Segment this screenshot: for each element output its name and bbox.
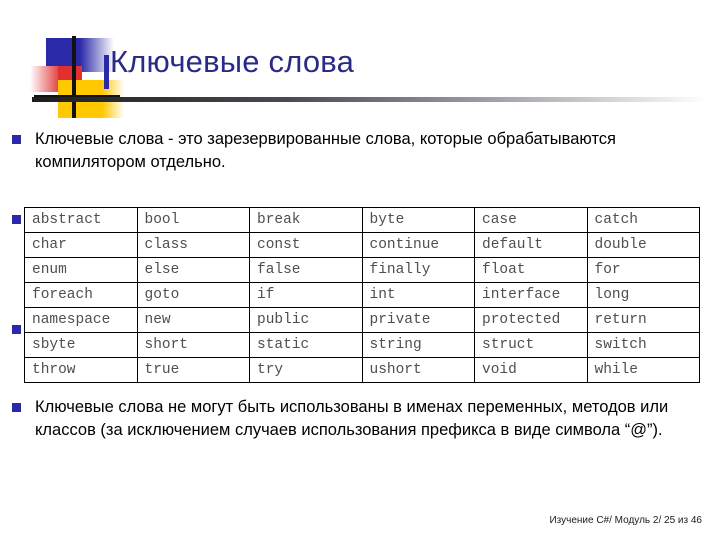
table-row: abstract bool break byte case catch (24, 207, 700, 233)
table-cell: case (474, 207, 588, 233)
table-row: namespace new public private protected r… (24, 307, 700, 333)
table-cell: foreach (24, 282, 138, 308)
body-paragraph-restriction: Ключевые слова не могут быть использован… (35, 398, 669, 439)
table-cell: private (361, 307, 475, 333)
table-row: char class const continue default double (24, 232, 700, 258)
table-cell: string (361, 332, 475, 358)
table-cell: finally (361, 257, 475, 283)
table-cell: protected (474, 307, 588, 333)
table-cell: short (136, 332, 250, 358)
table-row: enum else false finally float for (24, 257, 700, 283)
table-cell: enum (24, 257, 138, 283)
table-cell: const (249, 232, 363, 258)
table-cell: try (249, 357, 363, 383)
table-cell: public (249, 307, 363, 333)
table-cell: else (136, 257, 250, 283)
table-cell: abstract (24, 207, 138, 233)
table-cell: namespace (24, 307, 138, 333)
table-cell: struct (474, 332, 588, 358)
table-cell: new (136, 307, 250, 333)
body-paragraph-definition: Ключевые слова - это зарезервированные с… (35, 130, 616, 171)
table-cell: byte (361, 207, 475, 233)
table-cell: interface (474, 282, 588, 308)
table-cell: for (586, 257, 700, 283)
table-cell: static (249, 332, 363, 358)
table-cell: switch (586, 332, 700, 358)
table-cell: catch (586, 207, 700, 233)
slide-footer: Изучение C#/ Модуль 2/ 25 из 46 (549, 515, 702, 526)
page-title: Ключевые слова (110, 44, 355, 79)
table-cell: false (249, 257, 363, 283)
table-cell: bool (136, 207, 250, 233)
bullet-marker (12, 325, 21, 334)
table-cell: while (586, 357, 700, 383)
title-divider (32, 97, 708, 102)
table-row: sbyte short static string struct switch (24, 332, 700, 358)
bullet-marker (12, 135, 21, 144)
logo-vertical-bar (72, 36, 76, 118)
table-row: throw true try ushort void while (24, 357, 700, 383)
table-cell: char (24, 232, 138, 258)
table-cell: sbyte (24, 332, 138, 358)
table-cell: void (474, 357, 588, 383)
title-accent-bar (104, 55, 109, 89)
table-cell: ushort (361, 357, 475, 383)
table-cell: long (586, 282, 700, 308)
keyword-table-body: abstract bool break byte case catch char… (24, 207, 700, 383)
table-cell: double (586, 232, 700, 258)
keyword-table: abstract bool break byte case catch char… (24, 207, 700, 383)
table-cell: int (361, 282, 475, 308)
table-cell: break (249, 207, 363, 233)
table-cell: throw (24, 357, 138, 383)
table-cell: goto (136, 282, 250, 308)
table-cell: class (136, 232, 250, 258)
table-cell: float (474, 257, 588, 283)
bullet-marker (12, 403, 21, 412)
table-row: foreach goto if int interface long (24, 282, 700, 308)
table-cell: true (136, 357, 250, 383)
table-cell: if (249, 282, 363, 308)
bullet-marker (12, 215, 21, 224)
table-cell: continue (361, 232, 475, 258)
table-cell: default (474, 232, 588, 258)
table-cell: return (586, 307, 700, 333)
